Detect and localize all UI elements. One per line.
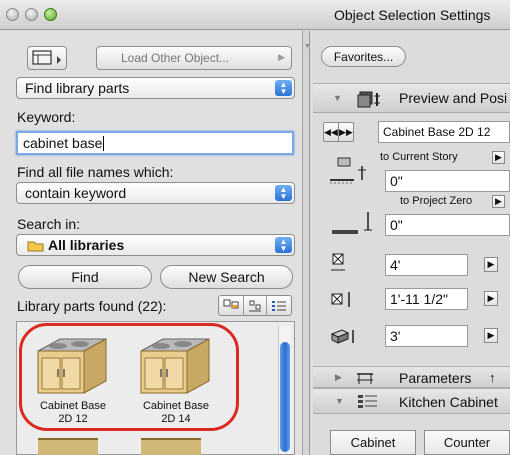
panel-layout-icon xyxy=(32,50,61,65)
project-zero-icon xyxy=(332,212,372,234)
zero-reference-menu-button[interactable]: ▶ xyxy=(492,195,505,208)
disclosure-triangle-icon: ▼ xyxy=(333,93,342,103)
new-search-button[interactable]: New Search xyxy=(160,265,293,289)
elevation-field[interactable]: 0" xyxy=(385,170,510,192)
parameters-marker-icon: ↑ xyxy=(489,370,496,385)
window-title: Object Selection Settings xyxy=(334,7,491,23)
depth-icon xyxy=(331,292,350,307)
zoom-window-button[interactable] xyxy=(44,8,57,21)
close-window-button[interactable] xyxy=(6,8,19,21)
disclosure-triangle-icon: ▼ xyxy=(335,396,344,406)
list-view-button[interactable] xyxy=(267,296,291,315)
to-project-zero-label: to Project Zero xyxy=(400,195,473,207)
scrollbar-thumb[interactable] xyxy=(280,342,290,452)
width-icon xyxy=(331,253,345,271)
parameters-icon xyxy=(357,373,373,384)
to-current-story-label: to Current Story xyxy=(380,151,458,163)
depth-field[interactable]: 1'-11 1/2" xyxy=(385,288,468,310)
tab-counter[interactable]: Counter xyxy=(424,430,510,455)
minimize-window-button[interactable] xyxy=(25,8,38,21)
story-elevation-icon xyxy=(330,157,366,184)
preview-position-icon xyxy=(357,91,380,108)
width-options-button[interactable]: ▶ xyxy=(484,257,498,272)
highlight-annotation xyxy=(19,323,239,431)
list-view-icon xyxy=(272,300,287,311)
find-button[interactable]: Find xyxy=(18,265,152,289)
small-icons-icon xyxy=(248,300,261,311)
keyword-value: cabinet base xyxy=(23,135,103,151)
project-zero-field[interactable]: 0" xyxy=(385,214,510,236)
kitchen-cabinet-section-title: Kitchen Cabinet xyxy=(399,394,498,410)
tab-cabinet[interactable]: Cabinet xyxy=(330,430,416,455)
favorites-button[interactable]: Favorites... xyxy=(321,46,406,67)
search-in-label: Search in: xyxy=(17,216,81,232)
parameters-section-header[interactable]: ▶ Parameters ↑ xyxy=(313,366,510,388)
panel-splitter[interactable]: ▼ xyxy=(303,31,311,455)
vertical-scrollbar[interactable] xyxy=(278,326,291,454)
object-navigator[interactable]: ◀◀ ▶▶ xyxy=(323,122,354,142)
previous-object-button[interactable]: ◀◀ xyxy=(324,123,339,141)
select-arrows-icon: ▲ ▼ xyxy=(275,185,292,201)
keyword-label: Keyword: xyxy=(17,109,76,125)
condition-select[interactable]: contain keyword ▲ ▼ xyxy=(16,182,295,204)
next-object-button[interactable]: ▶▶ xyxy=(339,123,353,141)
search-in-select-value: All libraries xyxy=(48,237,125,253)
height-icon xyxy=(330,329,354,344)
load-other-object-label: Load Other Object... xyxy=(121,51,230,65)
width-field[interactable]: 4' xyxy=(385,254,468,276)
depth-options-button[interactable]: ▶ xyxy=(484,291,498,306)
large-icons-icon xyxy=(223,299,239,308)
folder-icon xyxy=(27,241,44,251)
collapse-arrow-icon: ▼ xyxy=(304,43,311,50)
preview-section-title: Preview and Posi xyxy=(399,90,508,106)
search-in-select[interactable]: All libraries ▲ ▼ xyxy=(16,234,295,256)
kitchen-cabinet-section-header[interactable]: ▼ Kitchen Cabinet xyxy=(313,388,510,414)
arrow-right-icon: ▶ xyxy=(278,52,285,62)
keyword-input[interactable]: cabinet base xyxy=(16,131,294,155)
results-view-segmented-control[interactable] xyxy=(218,295,292,316)
disclosure-triangle-icon: ▶ xyxy=(335,372,342,382)
preview-section-header[interactable]: ▼ Preview and Posi xyxy=(313,83,510,113)
object-name-field[interactable]: Cabinet Base 2D 12 xyxy=(378,121,510,143)
height-field[interactable]: 3' xyxy=(385,325,468,347)
find-names-label: Find all file names which: xyxy=(17,164,174,180)
select-arrows-icon: ▲ ▼ xyxy=(275,237,292,253)
mode-select[interactable]: Find library parts ▲ ▼ xyxy=(16,77,295,99)
small-icons-view-button[interactable] xyxy=(244,296,268,315)
mode-select-value: Find library parts xyxy=(25,80,130,96)
library-part-item-partial[interactable] xyxy=(141,438,201,455)
select-arrows-icon: ▲ ▼ xyxy=(275,80,292,96)
parameters-section-title: Parameters xyxy=(399,370,472,386)
title-bar: Object Selection Settings xyxy=(0,0,510,30)
list-settings-icon xyxy=(358,395,377,408)
story-reference-menu-button[interactable]: ▶ xyxy=(492,151,505,164)
text-cursor xyxy=(103,135,105,151)
library-part-item-partial[interactable] xyxy=(38,438,98,455)
large-icons-view-button[interactable] xyxy=(219,296,244,315)
condition-select-value: contain keyword xyxy=(25,185,127,201)
height-options-button[interactable]: ▶ xyxy=(484,328,498,343)
view-mode-button[interactable] xyxy=(27,46,67,70)
load-other-object-button[interactable]: Load Other Object... ▶ xyxy=(96,46,292,70)
results-count-label: Library parts found (22): xyxy=(17,298,167,314)
